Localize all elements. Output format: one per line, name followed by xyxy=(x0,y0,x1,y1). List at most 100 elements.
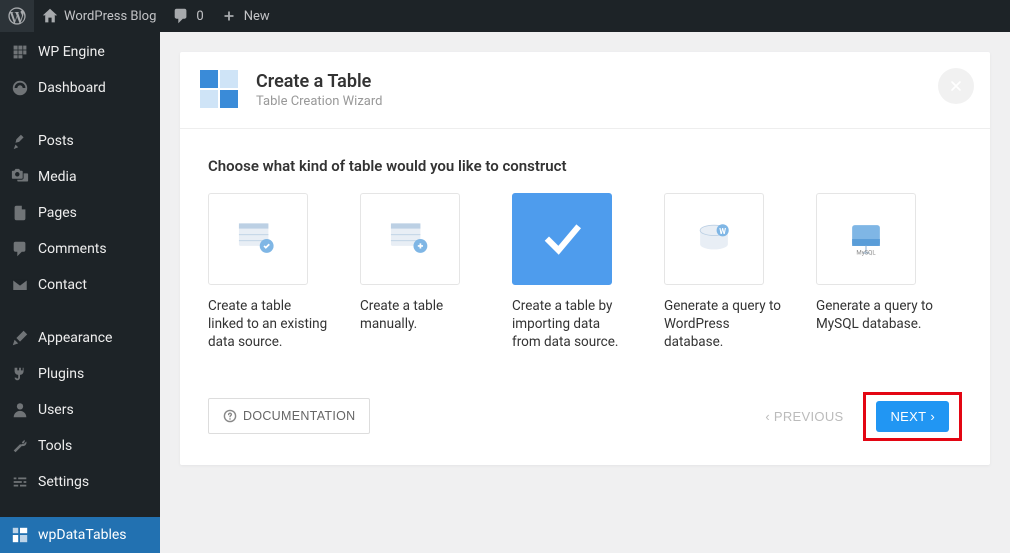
media-icon xyxy=(10,167,30,187)
option-label: Create a table linked to an existing dat… xyxy=(208,297,328,352)
wp-db-icon: W xyxy=(688,213,740,265)
documentation-label: DOCUMENTATION xyxy=(243,409,355,423)
dashboard-icon xyxy=(10,78,30,98)
sidebar-item-contact[interactable]: Contact xyxy=(0,267,160,303)
home-icon xyxy=(42,8,58,24)
wizard-title: Create a Table xyxy=(256,71,382,92)
comments-count: 0 xyxy=(196,9,203,24)
brush-icon xyxy=(10,328,30,348)
next-highlight: NEXT › xyxy=(863,392,962,441)
sidebar-item-comments[interactable]: Comments xyxy=(0,231,160,267)
sidebar-item-label: Settings xyxy=(38,474,89,490)
user-icon xyxy=(10,400,30,420)
comments-icon xyxy=(10,239,30,259)
previous-label: PREVIOUS xyxy=(774,409,844,424)
option-label: Generate a query to MySQL database. xyxy=(816,297,936,333)
sidebar-item-label: Plugins xyxy=(38,366,84,382)
sidebar-item-label: Posts xyxy=(38,133,74,149)
sidebar-item-label: Pages xyxy=(38,205,77,221)
sidebar-item-label: Users xyxy=(38,402,74,418)
menu-separator xyxy=(0,506,160,511)
documentation-button[interactable]: DOCUMENTATION xyxy=(208,398,370,434)
new-label: New xyxy=(244,9,270,24)
sidebar-item-label: Appearance xyxy=(38,330,112,346)
sidebar-item-label: Comments xyxy=(38,241,107,257)
option-import[interactable]: Create a table by importing data from da… xyxy=(512,193,640,352)
pages-icon xyxy=(10,203,30,223)
svg-text:MySQL: MySQL xyxy=(856,250,876,257)
sidebar-item-label: Dashboard xyxy=(38,80,106,96)
option-thumb xyxy=(512,193,612,285)
sidebar-item-settings[interactable]: Settings xyxy=(0,464,160,500)
sidebar-item-wpdatatables[interactable]: wpDataTables xyxy=(0,517,160,553)
option-thumb xyxy=(360,193,460,285)
sidebar-item-media[interactable]: Media xyxy=(0,159,160,195)
option-manual[interactable]: Create a table manually. xyxy=(360,193,488,352)
plug-icon xyxy=(10,364,30,384)
wizard-body: Choose what kind of table would you like… xyxy=(180,129,990,376)
table-icon xyxy=(10,525,30,545)
wrench-icon xyxy=(10,436,30,456)
menu-separator xyxy=(0,112,160,117)
option-label: Create a table by importing data from da… xyxy=(512,297,632,352)
option-list: Create a table linked to an existing dat… xyxy=(208,193,962,352)
sidebar-item-dashboard[interactable]: Dashboard xyxy=(0,70,160,106)
envelope-icon xyxy=(10,275,30,295)
option-label: Generate a query to WordPress database. xyxy=(664,297,784,352)
main-content: Create a Table Table Creation Wizard Cho… xyxy=(160,32,1010,520)
sidebar-item-users[interactable]: Users xyxy=(0,392,160,428)
svg-text:W: W xyxy=(719,227,726,236)
comment-icon xyxy=(172,7,190,25)
wp-engine-icon xyxy=(10,42,30,62)
sidebar-item-label: wpDataTables xyxy=(38,527,127,543)
sidebar-item-appearance[interactable]: Appearance xyxy=(0,320,160,356)
mysql-db-icon: MySQL xyxy=(840,213,892,265)
previous-button[interactable]: ‹ PREVIOUS xyxy=(753,401,855,432)
sidebar-item-posts[interactable]: Posts xyxy=(0,123,160,159)
wizard-subtitle: Table Creation Wizard xyxy=(256,94,382,109)
sidebar-item-plugins[interactable]: Plugins xyxy=(0,356,160,392)
sidebar-item-label: WP Engine xyxy=(38,44,105,60)
option-label: Create a table manually. xyxy=(360,297,480,333)
linked-table-icon xyxy=(232,213,284,265)
sliders-icon xyxy=(10,472,30,492)
option-thumb: W xyxy=(664,193,764,285)
sidebar-item-tools[interactable]: Tools xyxy=(0,428,160,464)
help-icon xyxy=(223,409,237,423)
wizard-footer: DOCUMENTATION ‹ PREVIOUS NEXT › xyxy=(180,376,990,465)
wpdatatables-logo-icon xyxy=(200,70,240,110)
wordpress-icon xyxy=(8,7,26,25)
site-title: WordPress Blog xyxy=(64,9,156,24)
wordpress-logo[interactable] xyxy=(0,0,34,32)
sidebar-item-label: Tools xyxy=(38,438,72,454)
option-mysql-query[interactable]: MySQL Generate a query to MySQL database… xyxy=(816,193,944,352)
chevron-left-icon: ‹ xyxy=(765,409,770,424)
sidebar-item-label: Media xyxy=(38,169,77,185)
admin-toolbar: WordPress Blog 0 New xyxy=(0,0,1010,32)
sidebar-item-label: Contact xyxy=(38,277,87,293)
close-button[interactable] xyxy=(938,68,974,104)
comments-link[interactable]: 0 xyxy=(164,0,211,32)
manual-table-icon xyxy=(384,213,436,265)
site-link[interactable]: WordPress Blog xyxy=(34,0,164,32)
option-linked-source[interactable]: Create a table linked to an existing dat… xyxy=(208,193,336,352)
checkmark-icon xyxy=(536,213,588,265)
close-icon xyxy=(948,78,964,94)
section-heading: Choose what kind of table would you like… xyxy=(208,157,962,175)
menu-separator xyxy=(0,309,160,314)
wizard-panel: Create a Table Table Creation Wizard Cho… xyxy=(180,52,990,465)
admin-sidebar: WP Engine Dashboard Posts Media Pages Co… xyxy=(0,32,160,520)
sidebar-item-wp-engine[interactable]: WP Engine xyxy=(0,32,160,70)
next-button[interactable]: NEXT › xyxy=(876,401,949,432)
option-thumb: MySQL xyxy=(816,193,916,285)
sidebar-item-pages[interactable]: Pages xyxy=(0,195,160,231)
option-wp-query[interactable]: W Generate a query to WordPress database… xyxy=(664,193,792,352)
chevron-right-icon: › xyxy=(930,409,935,424)
new-content-link[interactable]: New xyxy=(212,0,278,32)
wizard-nav: ‹ PREVIOUS NEXT › xyxy=(753,392,962,441)
plus-icon xyxy=(220,7,238,25)
option-thumb xyxy=(208,193,308,285)
next-label: NEXT xyxy=(890,409,926,424)
pin-icon xyxy=(10,131,30,151)
wizard-header: Create a Table Table Creation Wizard xyxy=(180,52,990,129)
